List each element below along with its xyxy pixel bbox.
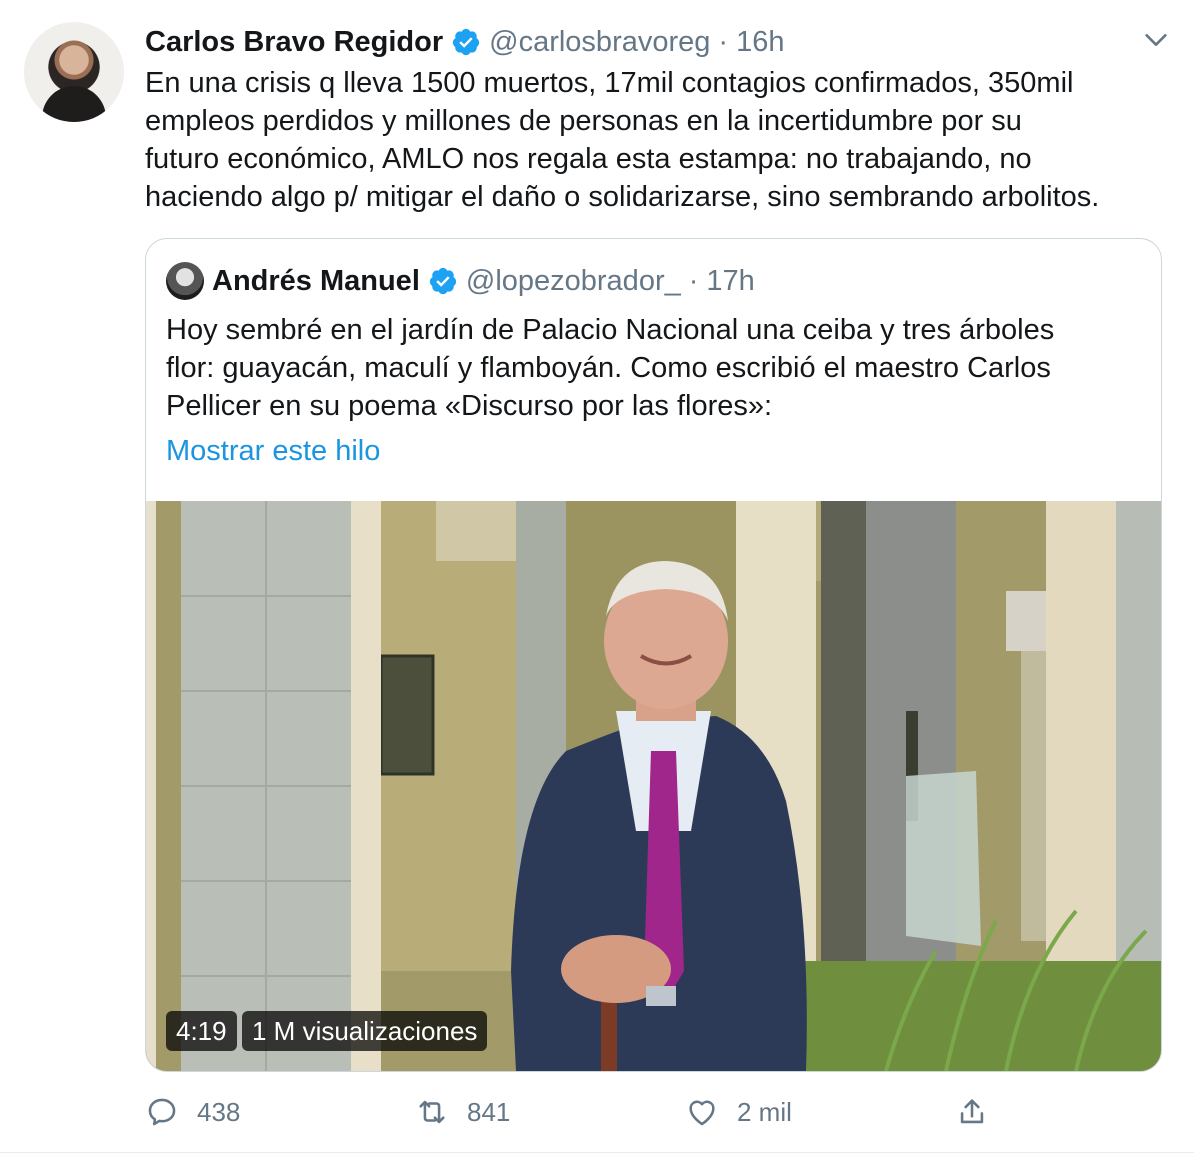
author-avatar[interactable]	[24, 22, 124, 122]
retweet-count: 841	[467, 1096, 511, 1127]
share-icon	[960, 1099, 984, 1124]
like-button[interactable]: 2 mil	[685, 1090, 792, 1134]
reply-count: 438	[197, 1096, 241, 1127]
share-button[interactable]	[955, 1090, 989, 1134]
quoted-tweet[interactable]: Andrés Manuel @lopezobrador_ · 17h Hoy s…	[145, 238, 1162, 1072]
chevron-down-icon[interactable]	[1142, 26, 1170, 54]
video-duration-badge: 4:19	[166, 1011, 237, 1051]
tweet-actions: 438 841 2 mil	[145, 1090, 1015, 1134]
tweet-header: Carlos Bravo Regidor @carlosbravoreg · 1…	[145, 22, 784, 62]
tweet-time[interactable]: 16h	[736, 26, 784, 59]
like-count: 2 mil	[737, 1096, 792, 1127]
video-thumbnail	[146, 501, 1161, 1071]
reply-icon	[148, 1098, 176, 1126]
author-handle[interactable]: @carlosbravoreg	[489, 26, 710, 59]
verified-badge-icon	[429, 267, 456, 295]
header-separator: ·	[718, 25, 729, 58]
video-views-badge: 1 M visualizaciones	[242, 1011, 488, 1051]
tweet[interactable]: Carlos Bravo Regidor @carlosbravoreg · 1…	[0, 0, 1194, 1156]
quote-text: Hoy sembré en el jardín de Palacio Nacio…	[166, 314, 1055, 422]
quote-author-handle: @lopezobrador_	[465, 264, 681, 297]
video-player[interactable]: 4:19 1 M visualizaciones	[146, 501, 1161, 1071]
retweet-button[interactable]: 841	[415, 1090, 510, 1134]
quote-header: Andrés Manuel @lopezobrador_ · 17h	[166, 261, 755, 301]
reply-button[interactable]: 438	[145, 1090, 240, 1134]
author-name[interactable]: Carlos Bravo Regidor	[145, 26, 443, 59]
like-icon	[689, 1100, 715, 1126]
verified-badge-icon	[453, 28, 480, 56]
quote-separator: ·	[688, 264, 699, 297]
tweet-divider	[0, 1152, 1194, 1153]
quote-time: 17h	[706, 264, 755, 297]
tweet-text: En una crisis q lleva 1500 muertos, 17mi…	[145, 67, 1100, 213]
show-thread-link[interactable]: Mostrar este hilo	[166, 435, 380, 468]
retweet-icon	[419, 1100, 445, 1124]
quote-author-name: Andrés Manuel	[212, 264, 420, 297]
quote-author-avatar	[166, 262, 204, 300]
